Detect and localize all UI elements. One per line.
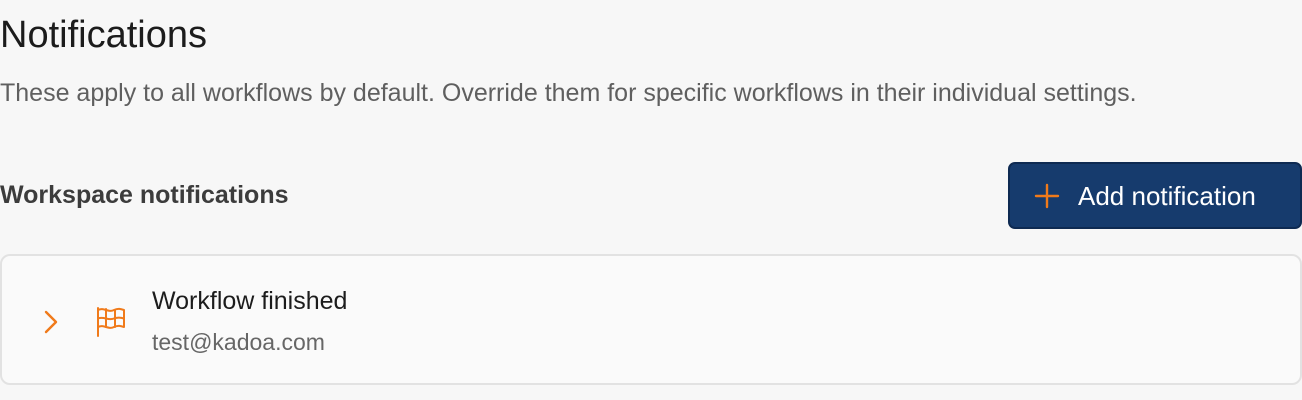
plus-icon: [1034, 183, 1060, 209]
section-title: Workspace notifications: [0, 181, 289, 209]
notification-title: Workflow finished: [152, 287, 348, 315]
flag-icon: [94, 305, 128, 339]
page-subtitle: These apply to all workflows by default.…: [0, 79, 1137, 107]
page-title: Notifications: [0, 14, 207, 56]
notification-card[interactable]: Workflow finished test@kadoa.com: [0, 254, 1302, 385]
notifications-page: Notifications These apply to all workflo…: [0, 0, 1302, 400]
notification-recipient: test@kadoa.com: [152, 329, 325, 355]
chevron-right-icon[interactable]: [42, 308, 60, 336]
add-notification-button[interactable]: Add notification: [1008, 162, 1302, 229]
add-notification-label: Add notification: [1078, 180, 1256, 211]
